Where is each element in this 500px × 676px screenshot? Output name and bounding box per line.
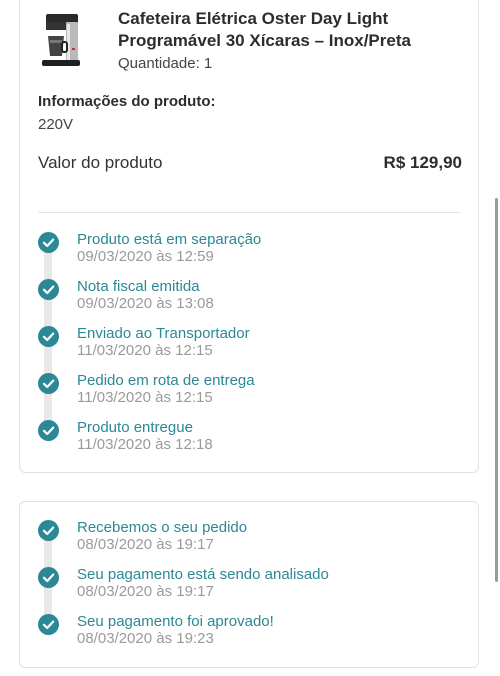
product-name[interactable]: Cafeteira Elétrica Oster Day Light Progr…: [118, 8, 468, 52]
product-voltage: 220V: [38, 116, 74, 133]
product-value-label: Valor do produto: [38, 153, 163, 172]
check-circle-icon: [38, 614, 59, 635]
check-circle-icon: [38, 420, 59, 441]
step-title: Produto entregue: [77, 419, 193, 436]
timeline-step: Recebemos o seu pedido 08/03/2020 às 19:…: [38, 519, 458, 560]
step-date: 08/03/2020 às 19:17: [77, 583, 214, 600]
step-date: 11/03/2020 às 12:18: [77, 436, 213, 453]
timeline-step: Pedido em rota de entrega 11/03/2020 às …: [38, 372, 458, 413]
scrollbar[interactable]: [495, 198, 498, 582]
step-title: Nota fiscal emitida: [77, 278, 200, 295]
timeline-step: Produto está em separação 09/03/2020 às …: [38, 231, 458, 272]
step-date: 08/03/2020 às 19:23: [77, 630, 214, 647]
timeline-step: Produto entregue 11/03/2020 às 12:18: [38, 419, 458, 460]
step-title: Pedido em rota de entrega: [77, 372, 255, 389]
check-circle-icon: [38, 520, 59, 541]
check-circle-icon: [38, 279, 59, 300]
step-title: Enviado ao Transportador: [77, 325, 250, 342]
step-title: Produto está em separação: [77, 231, 262, 248]
check-circle-icon: [38, 232, 59, 253]
product-price: R$ 129,90: [383, 153, 462, 172]
product-quantity: Quantidade: 1: [118, 55, 213, 72]
check-circle-icon: [38, 373, 59, 394]
timeline-step: Seu pagamento foi aprovado! 08/03/2020 à…: [38, 613, 458, 654]
step-date: 11/03/2020 às 12:15: [77, 342, 213, 359]
timeline-step: Nota fiscal emitida 09/03/2020 às 13:08: [38, 278, 458, 319]
coffee-maker-image: [42, 14, 80, 66]
step-date: 08/03/2020 às 19:17: [77, 536, 214, 553]
check-circle-icon: [38, 326, 59, 347]
step-date: 11/03/2020 às 12:15: [77, 389, 213, 406]
product-info-heading: Informações do produto:: [38, 93, 216, 110]
step-title: Seu pagamento está sendo analisado: [77, 566, 329, 583]
step-date: 09/03/2020 às 12:59: [77, 248, 214, 265]
divider: [38, 212, 461, 213]
timeline-step: Seu pagamento está sendo analisado 08/03…: [38, 566, 458, 607]
timeline-step: Enviado ao Transportador 11/03/2020 às 1…: [38, 325, 458, 366]
step-date: 09/03/2020 às 13:08: [77, 295, 214, 312]
step-title: Recebemos o seu pedido: [77, 519, 248, 536]
step-title: Seu pagamento foi aprovado!: [77, 613, 274, 630]
check-circle-icon: [38, 567, 59, 588]
